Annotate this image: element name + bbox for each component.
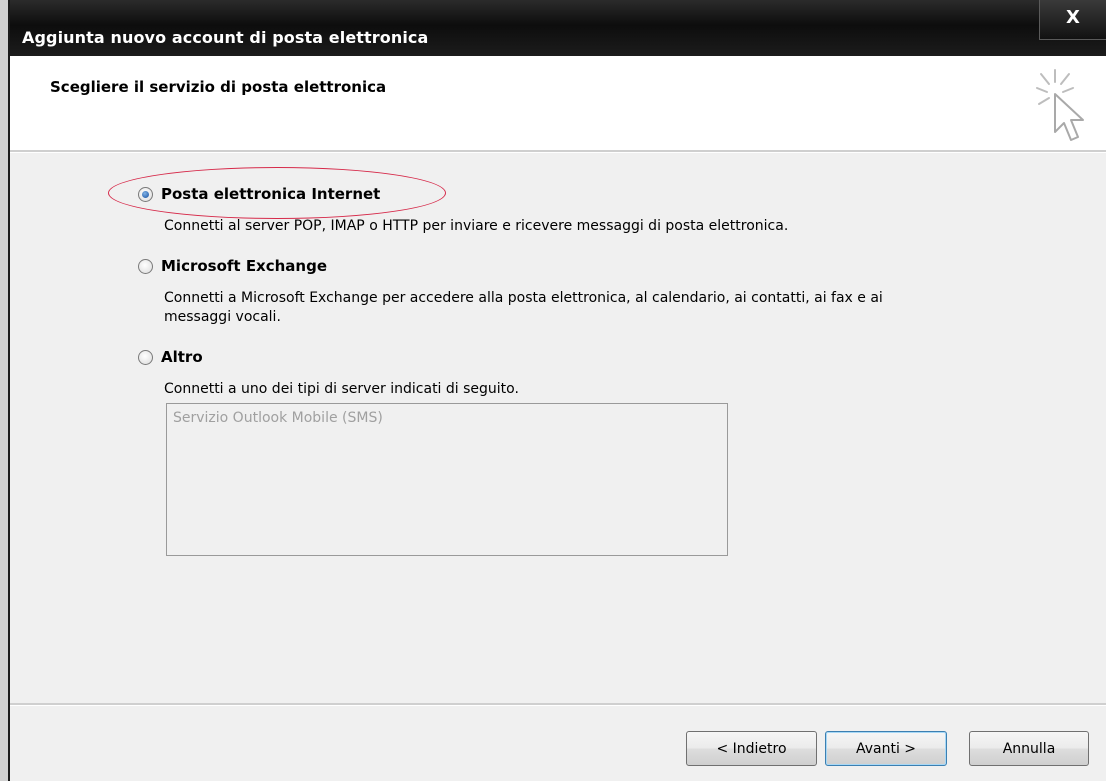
option-microsoft-exchange[interactable]: Microsoft Exchange: [138, 257, 327, 275]
options-panel: Posta elettronica Internet Connetti al s…: [10, 153, 1106, 703]
window-title: Aggiunta nuovo account di posta elettron…: [22, 28, 429, 47]
list-item: Servizio Outlook Mobile (SMS): [173, 410, 383, 426]
wizard-footer: < Indietro Avanti > Annulla: [10, 706, 1106, 781]
radio-other[interactable]: [138, 349, 153, 365]
close-button[interactable]: X: [1039, 0, 1106, 40]
option-label: Microsoft Exchange: [161, 257, 328, 275]
option-internet-email[interactable]: Posta elettronica Internet: [138, 185, 380, 203]
radio-microsoft-exchange[interactable]: [138, 258, 153, 274]
next-button[interactable]: Avanti >: [825, 731, 947, 766]
option-description: Connetti al server POP, IMAP o HTTP per …: [164, 218, 789, 234]
radio-internet-email[interactable]: [138, 186, 153, 202]
title-bar[interactable]: Aggiunta nuovo account di posta elettron…: [10, 0, 1106, 56]
option-label: Altro: [161, 348, 203, 366]
wizard-cursor-icon: [1036, 69, 1084, 141]
cancel-button[interactable]: Annulla: [969, 731, 1089, 766]
close-icon: X: [1066, 7, 1080, 28]
option-description-line1: Connetti a Microsoft Exchange per accede…: [164, 290, 883, 306]
background-window-edge: [0, 0, 10, 781]
wizard-header: Scegliere il servizio di posta elettroni…: [10, 56, 1106, 150]
page-title: Scegliere il servizio di posta elettroni…: [50, 78, 387, 96]
option-description-line2: messaggi vocali.: [164, 309, 281, 325]
server-type-listbox[interactable]: Servizio Outlook Mobile (SMS): [166, 403, 728, 556]
option-description: Connetti a uno dei tipi di server indica…: [164, 381, 519, 397]
option-other[interactable]: Altro: [138, 348, 203, 366]
back-button[interactable]: < Indietro: [686, 731, 817, 766]
option-label: Posta elettronica Internet: [161, 185, 381, 203]
